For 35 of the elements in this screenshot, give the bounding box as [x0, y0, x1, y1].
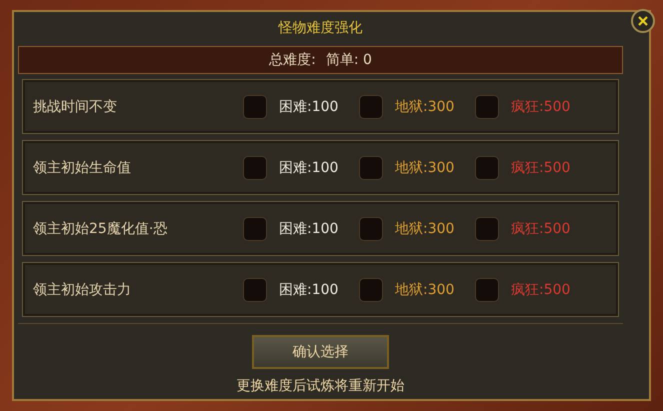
- checkbox[interactable]: [359, 216, 383, 240]
- difficulty-label: 地狱:300: [395, 158, 454, 176]
- total-value: 简单: 0: [326, 51, 372, 69]
- confirm-button[interactable]: 确认选择: [252, 335, 389, 369]
- checkbox[interactable]: [359, 156, 383, 180]
- checkbox[interactable]: [359, 94, 383, 118]
- difficulty-label: 困难:100: [279, 220, 338, 238]
- checkbox[interactable]: [475, 216, 499, 240]
- note-text: 更换难度后试炼将重新开始: [236, 377, 404, 395]
- checkbox[interactable]: [243, 278, 267, 302]
- difficulty-label: 地狱:300: [395, 220, 454, 238]
- difficulty-label: 疯狂:500: [511, 220, 570, 238]
- close-icon: [637, 15, 649, 27]
- difficulty-label: 疯狂:500: [511, 158, 570, 176]
- checkbox[interactable]: [475, 278, 499, 302]
- row-name: 领主初始生命值: [33, 158, 132, 176]
- row-name: 领主初始25魔化值·恐: [33, 220, 168, 238]
- checkbox[interactable]: [359, 278, 383, 302]
- row-name: 挑战时间不变: [33, 98, 118, 116]
- checkbox[interactable]: [475, 156, 499, 180]
- difficulty-label: 困难:100: [279, 280, 338, 298]
- difficulty-label: 疯狂:500: [511, 280, 570, 298]
- total-label: 总难度:: [269, 51, 316, 69]
- window-title: 怪物难度强化: [278, 19, 362, 37]
- checkbox[interactable]: [475, 94, 499, 118]
- difficulty-label: 疯狂:500: [511, 98, 570, 116]
- difficulty-label: 地狱:300: [395, 280, 454, 298]
- checkbox[interactable]: [243, 156, 267, 180]
- checkbox[interactable]: [243, 94, 267, 118]
- difficulty-label: 困难:100: [279, 98, 338, 116]
- checkbox[interactable]: [243, 216, 267, 240]
- row-name: 领主初始攻击力: [33, 280, 132, 298]
- difficulty-label: 困难:100: [279, 158, 338, 176]
- close-button[interactable]: [631, 9, 655, 33]
- difficulty-label: 地狱:300: [395, 98, 454, 116]
